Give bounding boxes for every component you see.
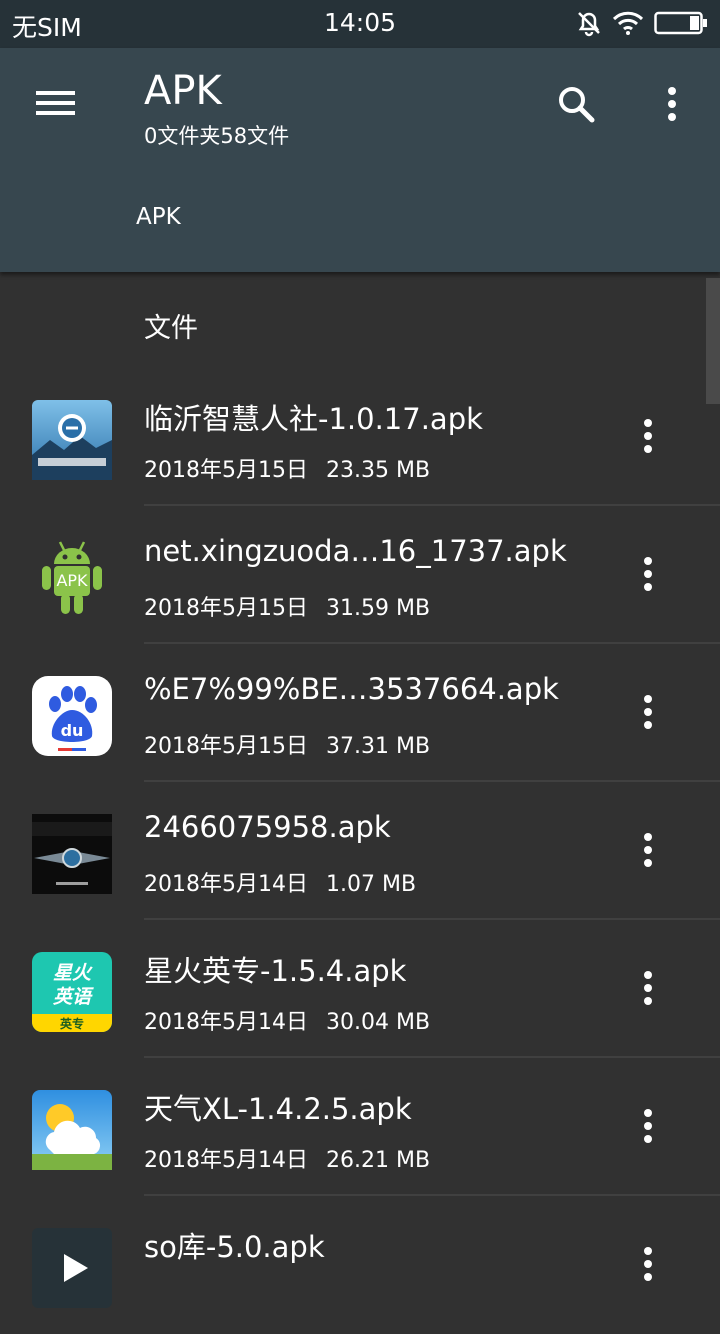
overflow-menu-button[interactable]: [648, 80, 696, 128]
file-meta: 2018年5月14日 1.07 MB: [144, 866, 416, 898]
battery-icon: [654, 10, 708, 40]
play-icon: [32, 1228, 112, 1308]
icon-text: 星火: [53, 962, 93, 984]
list-item[interactable]: 2466075958.apk 2018年5月14日 1.07 MB: [0, 782, 720, 920]
android-apk-icon: APK: [32, 538, 112, 618]
file-more-button[interactable]: [624, 688, 672, 736]
file-name: 2466075958.apk: [144, 810, 391, 844]
file-size: 23.35 MB: [325, 458, 431, 483]
game-app-icon: [32, 814, 112, 894]
file-more-button[interactable]: [624, 964, 672, 1012]
xinghuo-icon: 星火 英语 英专: [32, 952, 112, 1032]
search-button[interactable]: [552, 80, 600, 128]
file-name: so库-5.0.apk: [144, 1230, 325, 1264]
list-item[interactable]: du %E7%99%BE…3537664.apk 2018年5月15日 37.31…: [0, 644, 720, 782]
more-vert-icon: [644, 1247, 652, 1281]
menu-icon: [36, 91, 75, 115]
bell-muted-icon: [576, 9, 602, 41]
file-more-button[interactable]: [624, 826, 672, 874]
menu-button[interactable]: [30, 82, 82, 124]
icon-text: 英专: [60, 1016, 84, 1031]
baidu-icon: du: [32, 676, 112, 756]
file-meta: 2018年5月14日 26.21 MB: [144, 1142, 430, 1174]
file-size: 26.21 MB: [325, 1148, 431, 1173]
more-vert-icon: [644, 557, 652, 591]
app-bar: APK 0文件夹58文件 APK: [0, 48, 720, 272]
file-meta: 2018年5月15日 31.59 MB: [144, 590, 430, 622]
wifi-icon: [612, 11, 644, 39]
file-date: 2018年5月15日: [144, 596, 308, 621]
list-item[interactable]: 临沂智慧人社-1.0.17.apk 2018年5月15日 23.35 MB: [0, 368, 720, 506]
status-icons: [576, 10, 708, 40]
file-size: 1.07 MB: [325, 872, 417, 897]
breadcrumb[interactable]: APK: [136, 204, 181, 230]
file-name: 临沂智慧人社-1.0.17.apk: [144, 402, 483, 436]
more-vert-icon: [668, 87, 676, 121]
search-icon: [559, 87, 595, 123]
svg-text:du: du: [61, 721, 84, 740]
file-meta: 2018年5月15日 23.35 MB: [144, 452, 430, 484]
list-item[interactable]: so库-5.0.apk: [0, 1196, 720, 1334]
list-item[interactable]: 星火 英语 英专 星火英专-1.5.4.apk 2018年5月14日 30.04 …: [0, 920, 720, 1058]
status-bar: 无SIM 14:05: [0, 0, 720, 48]
more-vert-icon: [644, 695, 652, 729]
section-header: 文件: [144, 313, 198, 344]
list-item[interactable]: 天气XL-1.4.2.5.apk 2018年5月14日 26.21 MB: [0, 1058, 720, 1196]
list-item[interactable]: APK net.xingzuoda…16_1737.apk 2018年5月15日…: [0, 506, 720, 644]
page-subtitle: 0文件夹58文件: [144, 124, 290, 148]
file-date: 2018年5月15日: [144, 734, 308, 759]
file-date: 2018年5月15日: [144, 458, 308, 483]
file-name: %E7%99%BE…3537664.apk: [144, 672, 559, 706]
file-size: 30.04 MB: [325, 1010, 431, 1035]
file-name: net.xingzuoda…16_1737.apk: [144, 534, 567, 568]
page-title: APK: [144, 68, 222, 114]
file-more-button[interactable]: [624, 412, 672, 460]
icon-text: 英语: [53, 986, 94, 1008]
file-more-button[interactable]: [624, 1240, 672, 1288]
linyi-app-icon: [32, 400, 112, 480]
file-date: 2018年5月14日: [144, 1148, 308, 1173]
svg-text:APK: APK: [56, 571, 88, 590]
more-vert-icon: [644, 419, 652, 453]
more-vert-icon: [644, 971, 652, 1005]
file-size: 31.59 MB: [325, 596, 431, 621]
more-vert-icon: [644, 833, 652, 867]
more-vert-icon: [644, 1109, 652, 1143]
file-list: 临沂智慧人社-1.0.17.apk 2018年5月15日 23.35 MB AP…: [0, 368, 720, 1334]
file-date: 2018年5月14日: [144, 872, 308, 897]
file-meta: 2018年5月14日 30.04 MB: [144, 1004, 430, 1036]
weather-icon: [32, 1090, 112, 1170]
file-meta: 2018年5月15日 37.31 MB: [144, 728, 430, 760]
file-more-button[interactable]: [624, 550, 672, 598]
file-name: 天气XL-1.4.2.5.apk: [144, 1092, 412, 1126]
file-date: 2018年5月14日: [144, 1010, 308, 1035]
file-size: 37.31 MB: [325, 734, 431, 759]
file-more-button[interactable]: [624, 1102, 672, 1150]
file-name: 星火英专-1.5.4.apk: [144, 954, 407, 988]
